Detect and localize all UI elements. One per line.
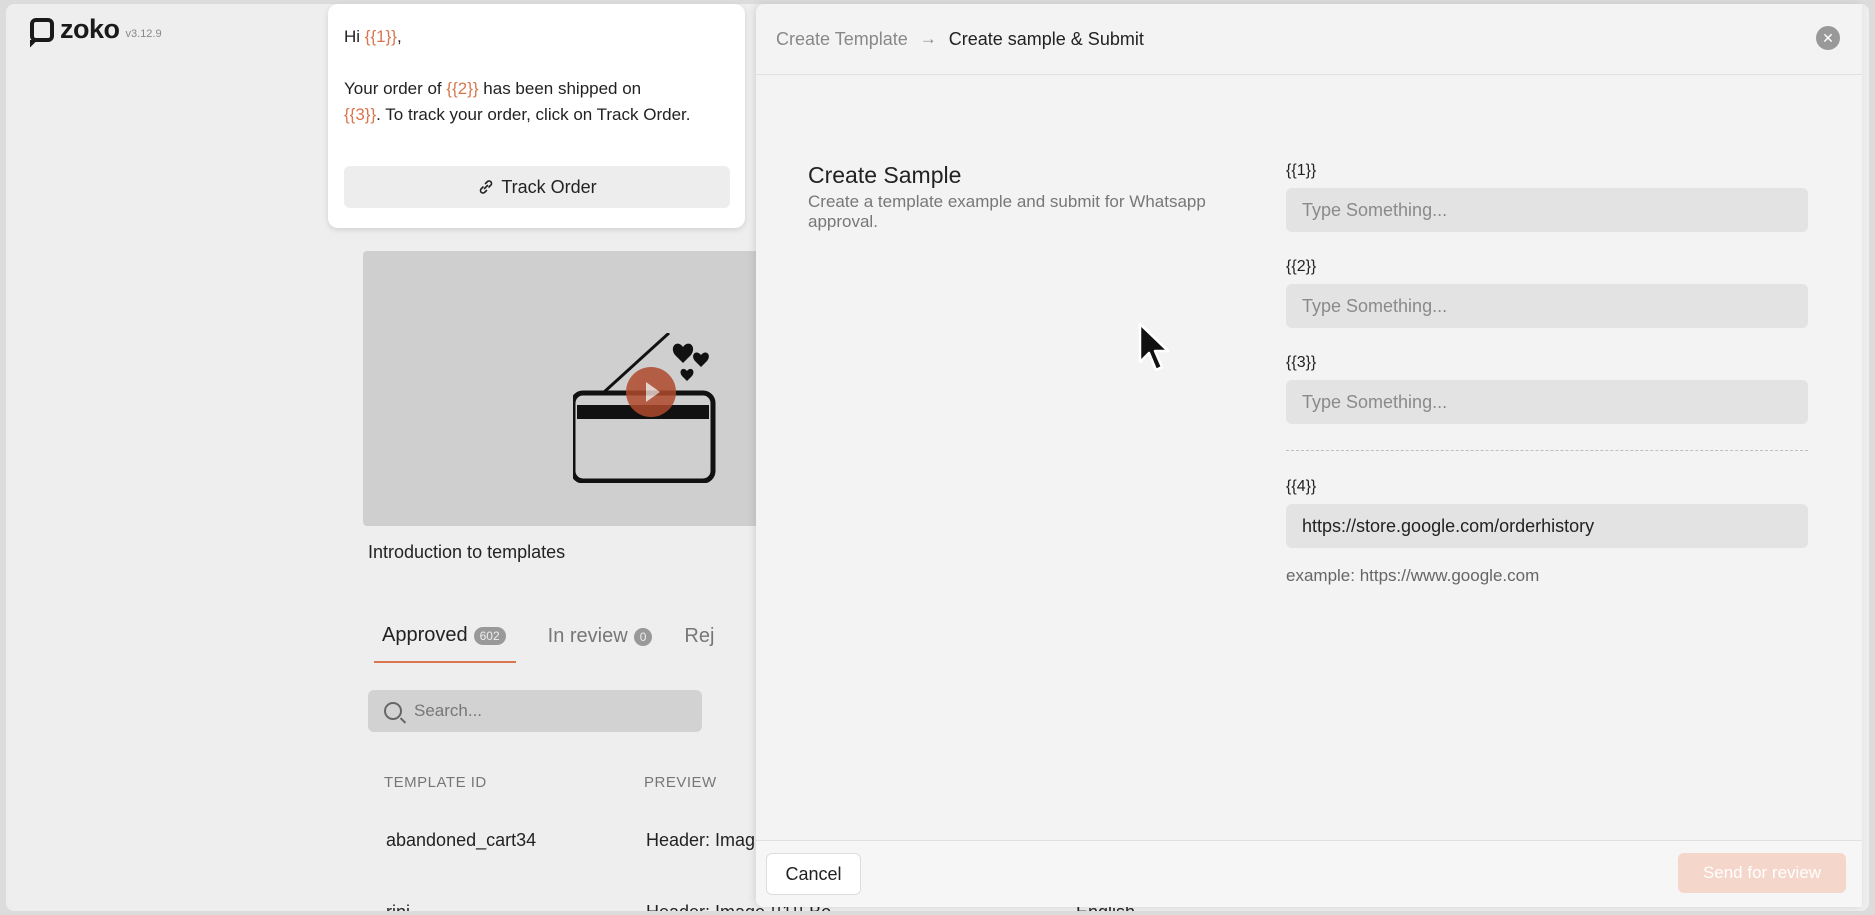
- create-sample-panel: Create Template → Create sample & Submit…: [756, 4, 1862, 907]
- search-placeholder: Search...: [414, 701, 483, 720]
- logo-text: zoko: [60, 14, 120, 44]
- variable-4-input[interactable]: [1286, 504, 1808, 548]
- panel-footer: Cancel Send for review: [756, 840, 1862, 907]
- field-label-4: {{4}}: [1286, 478, 1317, 495]
- intro-video[interactable]: [363, 251, 783, 526]
- field-label-1: {{1}}: [1286, 162, 1317, 179]
- logo: zoko v3.12.9: [30, 14, 162, 45]
- tab-label: Approved: [382, 624, 468, 646]
- url-example-hint: example: https://www.google.com: [1286, 566, 1540, 585]
- app-version: v3.12.9: [125, 27, 162, 40]
- table-cell-template-id[interactable]: rini: [386, 902, 410, 911]
- preview-text: ,: [396, 27, 402, 46]
- variable-3-input[interactable]: [1286, 380, 1808, 424]
- tab-approved[interactable]: Approved 602: [374, 624, 516, 663]
- tab-count-badge: 0: [633, 627, 653, 646]
- column-header-template-id: TEMPLATE ID: [384, 774, 487, 791]
- field-label-2: {{2}}: [1286, 258, 1317, 275]
- video-caption: Introduction to templates: [368, 542, 566, 562]
- mouse-cursor-icon: [1138, 322, 1170, 372]
- section-description: Create a template example and submit for…: [808, 192, 1206, 231]
- search-icon: [384, 702, 402, 720]
- tab-count-badge: 602: [473, 626, 506, 645]
- arrow-right-icon: →: [919, 29, 937, 48]
- preview-text: Your order of: [344, 79, 447, 98]
- preview-greeting: Hi: [344, 27, 365, 46]
- logo-icon: [30, 17, 54, 42]
- preview-text: has been shipped on: [478, 79, 642, 98]
- track-order-button[interactable]: Track Order: [344, 166, 730, 208]
- tab-in-review[interactable]: In review 0: [548, 624, 653, 663]
- track-order-label: Track Order: [501, 177, 597, 197]
- section-title: Create Sample: [808, 162, 962, 188]
- link-icon: [480, 180, 493, 194]
- panel-header: Create Template → Create sample & Submit…: [756, 4, 1862, 75]
- cancel-button[interactable]: Cancel: [766, 853, 861, 895]
- column-header-preview: PREVIEW: [644, 774, 717, 791]
- table-cell-preview: Header: Imag: [646, 830, 756, 850]
- close-icon[interactable]: ✕: [1816, 26, 1840, 50]
- tab-rejected[interactable]: Rej: [684, 624, 714, 663]
- tab-label: In review: [547, 625, 628, 647]
- play-icon[interactable]: [626, 367, 676, 417]
- preview-body: Hi {{1}}, Your order of {{2}} has been s…: [344, 24, 714, 128]
- template-search[interactable]: Search...: [368, 690, 702, 732]
- variable-2-input[interactable]: [1286, 284, 1808, 328]
- template-tabs: Approved 602 In review 0 Rej: [374, 624, 714, 663]
- preview-text: . To track your order, click on Track Or…: [376, 105, 691, 124]
- preview-variable: {{3}}: [344, 105, 377, 124]
- table-cell-template-id[interactable]: abandoned_cart34: [386, 830, 536, 851]
- breadcrumb-create-template[interactable]: Create Template: [776, 29, 908, 50]
- breadcrumb-current: Create sample & Submit: [948, 28, 1144, 49]
- send-for-review-button[interactable]: Send for review: [1678, 853, 1846, 893]
- variable-1-input[interactable]: [1286, 188, 1808, 232]
- preview-variable: {{1}}: [364, 27, 397, 46]
- field-label-3: {{3}}: [1286, 354, 1317, 371]
- tab-label: Rej: [684, 625, 715, 647]
- template-preview: Hi {{1}}, Your order of {{2}} has been s…: [328, 4, 745, 228]
- preview-variable: {{2}}: [446, 79, 479, 98]
- divider: [1286, 450, 1808, 451]
